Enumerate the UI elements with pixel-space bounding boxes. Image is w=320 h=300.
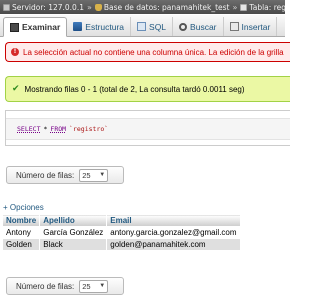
database-icon xyxy=(94,3,102,11)
tab-sql[interactable]: SQL xyxy=(131,17,174,36)
table-cell[interactable]: Golden xyxy=(1,238,41,251)
sql-query: SELECT * FROM `registro` xyxy=(6,118,290,140)
breadcrumb-table-label[interactable]: Tabla: registro xyxy=(249,3,285,12)
table-row[interactable]: Golden Black golden@panamahitek.com xyxy=(1,238,241,251)
server-icon xyxy=(3,3,10,11)
table-cell[interactable]: Antony xyxy=(1,226,41,239)
insert-icon xyxy=(229,22,239,31)
table-row[interactable]: Antony García González antony.garcia.gon… xyxy=(1,226,241,239)
table-icon xyxy=(240,3,248,11)
tab-search[interactable]: Buscar xyxy=(173,17,224,36)
results-table: Nombre Apellido Email Antony García Gonz… xyxy=(1,214,241,251)
sql-icon xyxy=(137,22,147,31)
checkmark-icon: ✔ xyxy=(12,84,20,94)
breadcrumb-server[interactable]: Servidor: 127.0.0.1 xyxy=(3,3,84,12)
table-header-row: Nombre Apellido Email xyxy=(1,214,241,227)
table-cell[interactable]: antony.garcia.gonzalez@gmail.com xyxy=(106,226,241,239)
search-icon xyxy=(179,22,188,31)
sql-select-keyword[interactable]: SELECT xyxy=(17,125,40,133)
chevron-down-icon: ▼ xyxy=(99,283,106,289)
tab-bar: Examinar Estructura SQL Buscar Insertar xyxy=(0,15,285,37)
breadcrumb-database-label[interactable]: Base de datos: panamahitek_test xyxy=(104,3,230,12)
sql-star: * xyxy=(43,125,48,133)
column-header-nombre[interactable]: Nombre xyxy=(1,214,41,227)
row-count-selector-bottom: Número de filas: 25 ▼ xyxy=(6,277,124,295)
sql-query-box: SELECT * FROM `registro` xyxy=(5,110,290,146)
sql-table-name: `registro` xyxy=(69,125,109,133)
tab-search-label: Buscar xyxy=(190,21,217,32)
success-text: Mostrando filas 0 - 1 (total de 2, La co… xyxy=(24,84,245,94)
sql-from-keyword[interactable]: FROM xyxy=(50,125,66,133)
warning-icon: ! xyxy=(11,48,19,56)
breadcrumb-separator-icon: » xyxy=(232,2,238,12)
breadcrumb-database[interactable]: Base de datos: panamahitek_test xyxy=(94,3,230,12)
table-cell[interactable]: Black xyxy=(39,238,108,251)
tab-structure[interactable]: Estructura xyxy=(67,17,132,36)
warning-notice: ! La selección actual no contiene una co… xyxy=(5,42,290,62)
warning-text: La selección actual no contiene una colu… xyxy=(23,47,284,57)
row-count-label: Número de filas: xyxy=(16,170,75,180)
breadcrumb-table[interactable]: Tabla: registro xyxy=(240,3,285,12)
chevron-down-icon: ▼ xyxy=(99,172,106,178)
breadcrumb: Servidor: 127.0.0.1 » Base de datos: pan… xyxy=(0,0,285,14)
row-count-select-bottom[interactable]: 25 ▼ xyxy=(79,279,109,293)
options-link[interactable]: + Opciones xyxy=(3,203,44,212)
column-header-apellido[interactable]: Apellido xyxy=(39,214,108,227)
row-count-value-bottom: 25 xyxy=(82,281,91,291)
breadcrumb-separator-icon: » xyxy=(86,2,92,12)
row-count-label-bottom: Número de filas: xyxy=(16,281,75,291)
tab-browse[interactable]: Examinar xyxy=(3,17,68,37)
browse-icon xyxy=(10,22,19,32)
tab-insert-label: Insertar xyxy=(241,21,271,32)
row-count-value: 25 xyxy=(82,170,91,180)
tab-browse-label: Examinar xyxy=(22,22,61,32)
row-count-selector: Número de filas: 25 ▼ xyxy=(6,166,124,184)
row-count-select[interactable]: 25 ▼ xyxy=(79,168,109,182)
tab-insert[interactable]: Insertar xyxy=(224,17,278,36)
column-header-email[interactable]: Email xyxy=(106,214,241,227)
table-cell[interactable]: García González xyxy=(39,226,108,239)
breadcrumb-server-label[interactable]: Servidor: 127.0.0.1 xyxy=(12,3,84,12)
tab-sql-label: SQL xyxy=(149,21,167,32)
table-cell[interactable]: golden@panamahitek.com xyxy=(106,238,241,251)
structure-icon xyxy=(73,22,83,31)
success-notice: ✔ Mostrando filas 0 - 1 (total de 2, La … xyxy=(5,76,290,102)
tab-structure-label: Estructura xyxy=(85,21,125,32)
